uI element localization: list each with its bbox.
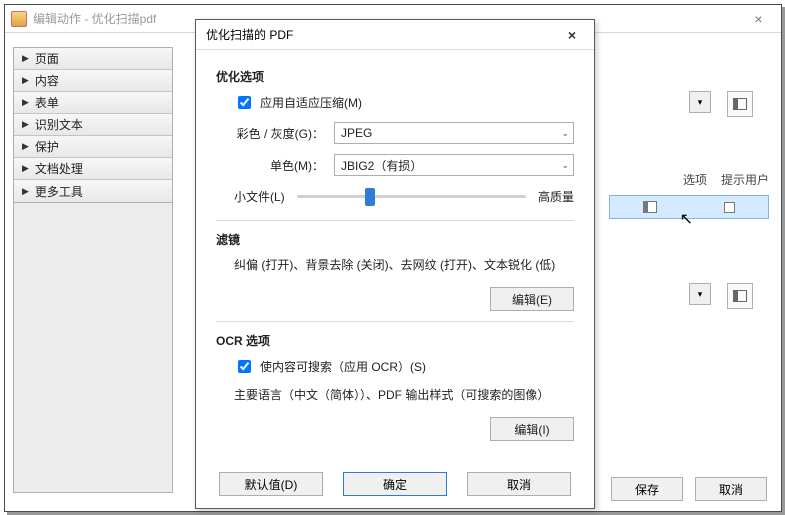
dialog-footer: 默认值(D) 确定 取消 [196,472,594,496]
default-button[interactable]: 默认值(D) [219,472,323,496]
optimize-dialog: 优化扫描的 PDF × 优化选项 应用自适应压缩(M) 彩色 / 灰度(G)： … [195,19,595,509]
sidebar-empty-area [13,203,173,493]
filter-summary: 纠偏 (打开)、背景去除 (关闭)、去网纹 (打开)、文本锐化 (低) [234,256,574,275]
slider-left-label: 小文件(L) [234,188,285,205]
chevron-down-icon: ▾ [698,97,703,108]
triangle-icon: ▶ [22,97,29,108]
sidebar-item-form[interactable]: ▶ 表单 [14,92,172,114]
ocr-checkbox[interactable]: 使内容可搜索（应用 OCR）(S) [234,357,574,376]
dialog-title: 优化扫描的 PDF [206,26,293,43]
dialog-body: 优化选项 应用自适应压缩(M) 彩色 / 灰度(G)： JPEG ⌄ 单色(M)… [196,50,594,458]
ocr-checkbox-input[interactable] [238,360,251,373]
ocr-heading: OCR 选项 [216,332,574,349]
slider-track [297,195,526,198]
chevron-down-icon: ⌄ [561,160,569,171]
dialog-titlebar: 优化扫描的 PDF × [196,20,594,50]
color-gray-row: 彩色 / 灰度(G)： JPEG ⌄ [234,122,574,144]
separator [216,220,574,221]
triangle-icon: ▶ [22,53,29,64]
sidebar-item-doc-process[interactable]: ▶ 文档处理 [14,158,172,180]
ocr-edit-button[interactable]: 编辑(I) [490,417,574,441]
color-gray-value: JPEG [341,126,372,140]
toolbar-dropdown[interactable]: ▾ [689,91,711,113]
sidebar-item-label: 页面 [35,50,59,67]
prompt-checkbox[interactable] [724,202,735,213]
mono-select[interactable]: JBIG2（有损） ⌄ [334,154,574,176]
ok-button[interactable]: 确定 [343,472,447,496]
quality-slider[interactable] [297,186,526,206]
list-icon [733,290,747,302]
bottom-bar: 保存 取消 [611,477,767,501]
sidebar-item-label: 表单 [35,94,59,111]
separator [216,321,574,322]
column-options: 选项 [683,171,707,188]
app-title: 编辑动作 - 优化扫描pdf [33,10,156,27]
app-icon [11,11,27,27]
triangle-icon: ▶ [22,75,29,86]
filter-edit-button[interactable]: 编辑(E) [490,287,574,311]
save-button[interactable]: 保存 [611,477,683,501]
sidebar: ▶ 页面 ▶ 内容 ▶ 表单 ▶ 识别文本 ▶ 保护 ▶ 文档处理 ▶ 更多工具 [5,33,179,511]
selected-row[interactable] [609,195,769,219]
optimize-heading: 优化选项 [216,68,574,85]
options-icon[interactable] [643,201,657,213]
sidebar-item-content[interactable]: ▶ 内容 [14,70,172,92]
sidebar-panel: ▶ 页面 ▶ 内容 ▶ 表单 ▶ 识别文本 ▶ 保护 ▶ 文档处理 ▶ 更多工具 [13,47,173,203]
sidebar-item-label: 更多工具 [35,183,83,200]
ocr-checkbox-label: 使内容可搜索（应用 OCR）(S) [260,358,426,375]
secondary-options-button[interactable] [727,283,753,309]
adaptive-compress-checkbox[interactable]: 应用自适应压缩(M) [234,93,574,112]
sidebar-item-label: 识别文本 [35,116,83,133]
triangle-icon: ▶ [22,141,29,152]
sidebar-item-recognize-text[interactable]: ▶ 识别文本 [14,114,172,136]
chevron-down-icon: ▾ [698,289,703,300]
column-headers: 选项 提示用户 [683,171,769,188]
mono-row: 单色(M)： JBIG2（有损） ⌄ [234,154,574,176]
toolbar-options-button[interactable] [727,91,753,117]
sidebar-item-label: 内容 [35,72,59,89]
color-gray-label: 彩色 / 灰度(G)： [234,125,324,142]
list-icon [733,98,747,110]
chevron-down-icon: ⌄ [561,128,569,139]
sidebar-item-page[interactable]: ▶ 页面 [14,48,172,70]
ocr-summary: 主要语言（中文（简体））、PDF 输出样式（可搜索的图像） [234,386,574,405]
sidebar-item-more-tools[interactable]: ▶ 更多工具 [14,180,172,202]
triangle-icon: ▶ [22,163,29,174]
window-close-button[interactable]: × [736,5,781,33]
mono-value: JBIG2（有损） [341,157,422,174]
cancel-button[interactable]: 取消 [695,477,767,501]
adaptive-compress-label: 应用自适应压缩(M) [260,94,362,111]
sidebar-item-label: 文档处理 [35,160,83,177]
app-window: 编辑动作 - 优化扫描pdf × ▶ 页面 ▶ 内容 ▶ 表单 ▶ 识别文本 ▶ 保护 ▶… [4,4,782,512]
slider-right-label: 高质量 [538,188,574,205]
dialog-close-button[interactable]: × [560,27,584,43]
quality-slider-row: 小文件(L) 高质量 [234,186,574,206]
slider-thumb[interactable] [365,188,375,206]
triangle-icon: ▶ [22,119,29,130]
dialog-cancel-button[interactable]: 取消 [467,472,571,496]
column-prompt-user: 提示用户 [721,171,769,188]
mono-label: 单色(M)： [234,157,324,174]
secondary-dropdown[interactable]: ▾ [689,283,711,305]
triangle-icon: ▶ [22,186,29,197]
filter-heading: 滤镜 [216,231,574,248]
adaptive-compress-input[interactable] [238,96,251,109]
sidebar-item-protect[interactable]: ▶ 保护 [14,136,172,158]
color-gray-select[interactable]: JPEG ⌄ [334,122,574,144]
sidebar-item-label: 保护 [35,138,59,155]
